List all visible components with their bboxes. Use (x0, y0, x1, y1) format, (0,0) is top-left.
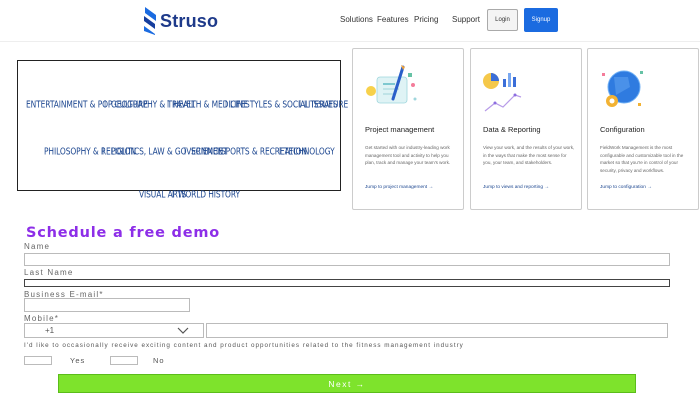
topic-separator: | (299, 99, 302, 108)
chevron-down-icon (177, 327, 189, 334)
topic-separator: | (172, 189, 175, 198)
form-title: Schedule a free demo (26, 225, 221, 241)
consent-text: I'd like to occasionally receive excitin… (24, 342, 464, 349)
feature-card-configuration[interactable]: Configuration FieldWork Management is th… (587, 48, 699, 210)
consent-yes-label: Yes (70, 356, 86, 365)
brand-name: Struso (160, 10, 219, 31)
nav-solutions[interactable]: Solutions (340, 15, 373, 24)
topic-link[interactable]: WORLD HISTORY (178, 189, 240, 200)
topic-link[interactable]: LITERATURE (304, 99, 348, 110)
consent-no-option[interactable] (110, 356, 138, 365)
topic-separator: | (104, 99, 107, 108)
consent-no-label: No (153, 356, 165, 365)
topic-separator: | (167, 99, 170, 108)
signup-button[interactable]: Signup (524, 8, 558, 32)
next-button[interactable]: Next → (58, 374, 636, 393)
name-input[interactable] (24, 253, 670, 266)
mobile-label: Mobile* (24, 314, 60, 323)
last-name-input[interactable] (24, 279, 670, 287)
data-reporting-illustration-icon (483, 73, 522, 112)
topic-separator: | (216, 146, 219, 155)
brand-logo[interactable]: Struso (142, 7, 218, 35)
card-link[interactable]: Jump to configuration → (600, 185, 652, 190)
topic-separator: | (102, 146, 105, 155)
email-input[interactable] (24, 298, 190, 312)
consent-yes-option[interactable] (24, 356, 52, 365)
topic-separator: | (279, 146, 282, 155)
country-code-select[interactable]: +1 (24, 323, 204, 338)
card-description: Get started with our industry-leading wo… (365, 145, 451, 165)
card-description: FieldWork Management is the most configu… (600, 145, 684, 173)
nav-pricing[interactable]: Pricing (414, 15, 438, 24)
card-title: Data & Reporting (483, 125, 541, 134)
feature-card-data-reporting[interactable]: Data & Reporting View your work, and the… (470, 48, 582, 210)
card-link[interactable]: Jump to project management → (365, 185, 433, 190)
struso-logo-icon (144, 7, 156, 35)
mobile-input[interactable] (206, 323, 668, 338)
feature-card-project-management[interactable]: Project management Get started with our … (352, 48, 464, 210)
name-label: Name (24, 242, 51, 251)
card-description: View your work, and the results of your … (483, 145, 575, 165)
card-title: Configuration (600, 125, 645, 134)
card-title: Project management (365, 125, 435, 134)
topic-link[interactable]: TECHNOLOGY (284, 146, 335, 157)
country-code-value: +1 (45, 326, 55, 335)
site-header: Struso Solutions Features Pricing Suppor… (0, 0, 700, 42)
project-management-illustration-icon (366, 65, 417, 104)
card-link[interactable]: Jump to views and reporting → (483, 185, 549, 190)
configuration-illustration-icon (602, 70, 643, 107)
last-name-label: Last Name (24, 268, 74, 277)
topic-separator: | (225, 99, 228, 108)
nav-features[interactable]: Features (377, 15, 409, 24)
topics-panel: ENTERTAINMENT & POP CULTURE | GEOGRAPHY … (17, 60, 348, 200)
login-button[interactable]: Login (487, 9, 518, 31)
topic-separator: | (184, 146, 187, 155)
nav-support[interactable]: Support (452, 15, 480, 24)
